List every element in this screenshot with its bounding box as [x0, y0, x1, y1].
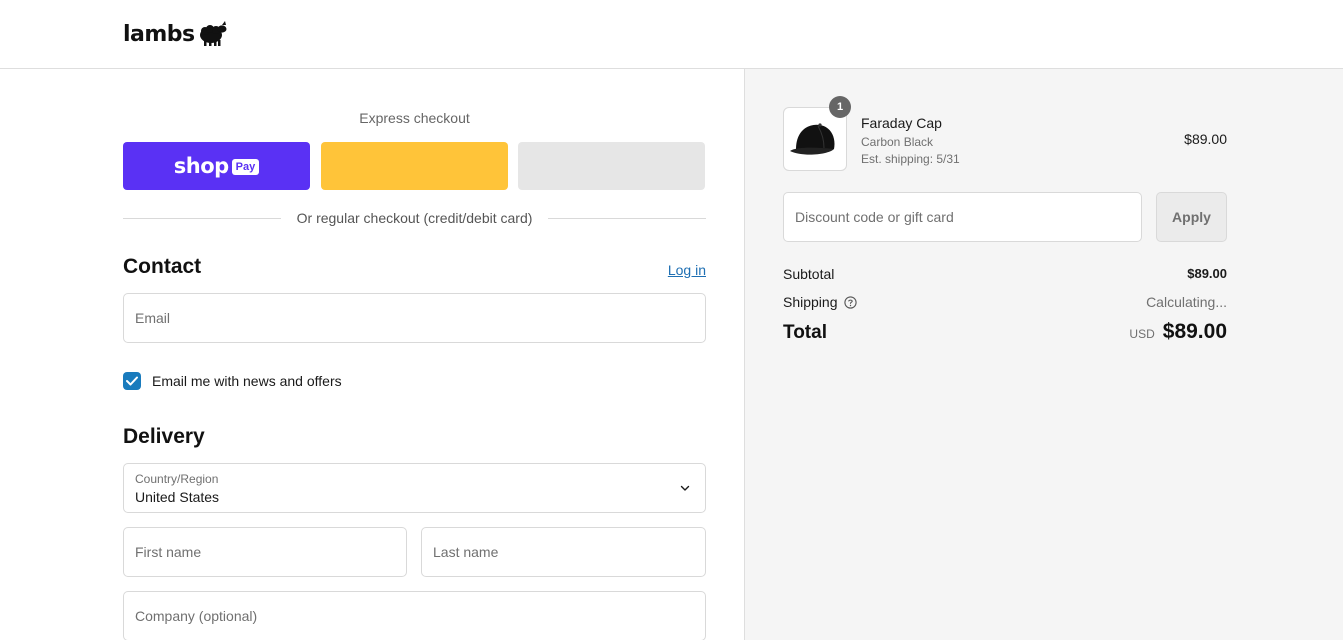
total-label: Total — [783, 322, 827, 343]
country-label: Country/Region — [135, 472, 219, 486]
subtotal-value: $89.00 — [1187, 266, 1227, 281]
shipping-label: Shipping — [783, 294, 857, 310]
delivery-title: Delivery — [123, 425, 205, 448]
page-header: lambs — [0, 0, 1343, 69]
company-placeholder: Company (optional) — [135, 608, 258, 624]
first-name-placeholder: First name — [135, 544, 202, 560]
shop-pay-button[interactable]: shop Pay — [123, 142, 310, 190]
paypal-button[interactable] — [321, 142, 508, 190]
brand-logo-text: lambs — [123, 22, 195, 47]
product-variant: Carbon Black — [861, 135, 934, 149]
apply-discount-button[interactable]: Apply — [1156, 192, 1227, 242]
company-field[interactable]: Company (optional) — [123, 591, 706, 640]
brand-logo[interactable]: lambs — [123, 20, 228, 46]
last-name-field[interactable]: Last name — [421, 527, 706, 577]
login-link[interactable]: Log in — [668, 262, 706, 278]
last-name-placeholder: Last name — [433, 544, 499, 560]
country-select[interactable]: Country/Region United States — [123, 463, 706, 513]
total-currency: USD — [1129, 327, 1155, 341]
country-value: United States — [135, 489, 220, 505]
email-placeholder: Email — [135, 310, 171, 326]
cap-image — [790, 123, 835, 155]
sheep-icon — [199, 21, 227, 46]
discount-input[interactable]: Discount code or gift card — [783, 192, 1142, 242]
first-name-field[interactable]: First name — [123, 527, 407, 577]
order-summary: 1 Faraday Cap Carbon Black Est. shipping… — [744, 69, 1343, 640]
product-name: Faraday Cap — [861, 115, 942, 131]
help-icon[interactable] — [843, 295, 857, 309]
shop-pay-logo: shop — [173, 154, 229, 178]
product-shipping-estimate: Est. shipping: 5/31 — [861, 152, 960, 166]
contact-title: Contact — [123, 255, 202, 278]
newsletter-row[interactable]: Email me with news and offers — [123, 372, 342, 390]
express-checkout-title: Express checkout — [359, 110, 470, 126]
subtotal-label-text: Subtotal — [783, 266, 835, 282]
checkmark-icon — [126, 376, 138, 386]
divider-text: Or regular checkout (credit/debit card) — [296, 210, 533, 226]
subtotal-label: Subtotal — [783, 266, 834, 282]
checkout-divider: Or regular checkout (credit/debit card) — [123, 208, 707, 228]
quantity-badge: 1 — [829, 96, 851, 118]
email-field[interactable]: Email — [123, 293, 706, 343]
newsletter-label: Email me with news and offers — [152, 373, 342, 389]
newsletter-checkbox[interactable] — [123, 372, 141, 390]
discount-placeholder: Discount code or gift card — [795, 209, 954, 225]
divider-line-right — [548, 217, 707, 219]
product-price: $89.00 — [1184, 131, 1227, 147]
shipping-label-text: Shipping — [783, 294, 838, 310]
google-pay-button[interactable] — [518, 142, 705, 190]
total-value: USD $89.00 — [1129, 320, 1227, 344]
total-amount: $89.00 — [1162, 320, 1227, 343]
chevron-down-icon — [680, 485, 690, 491]
shop-pay-badge: Pay — [231, 159, 260, 175]
divider-line-left — [123, 217, 281, 219]
shipping-value: Calculating... — [1146, 294, 1227, 310]
